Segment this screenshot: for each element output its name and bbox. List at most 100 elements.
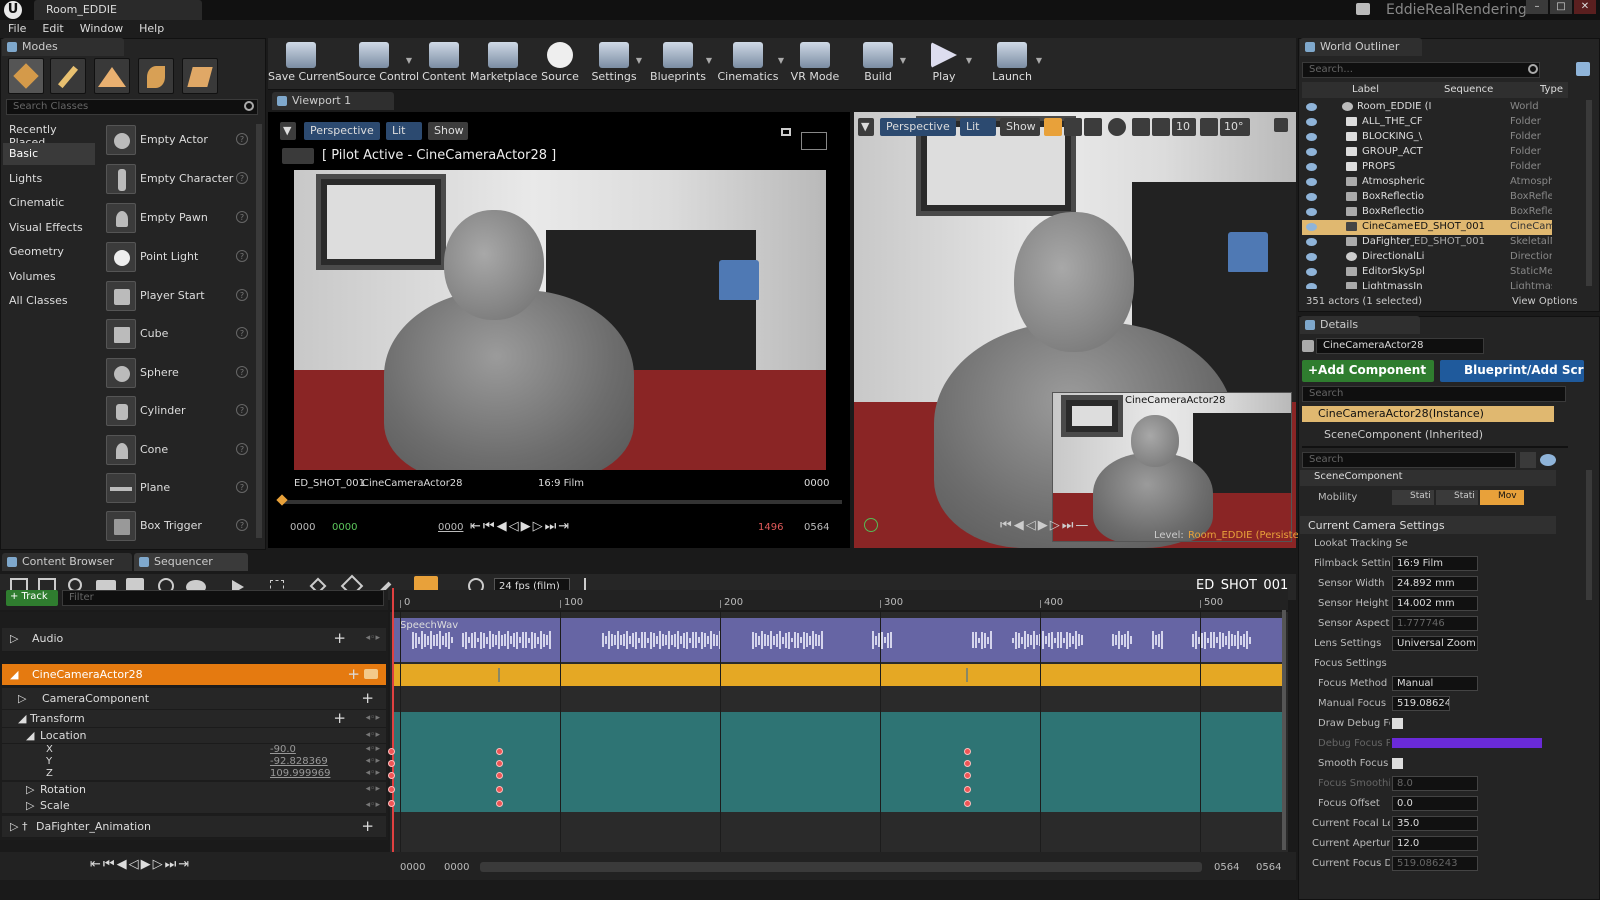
focus-smoothing-row[interactable]: Focus Smoothin 8.0 — [1302, 774, 1554, 794]
visibility-eye-icon[interactable] — [1306, 193, 1317, 201]
close-button[interactable]: ✕ — [1574, 0, 1596, 14]
seq-timecode-end[interactable]: 0564 — [1256, 862, 1281, 873]
maximize-viewport-icon[interactable] — [781, 128, 791, 136]
tab-details[interactable]: Details — [1300, 316, 1420, 334]
keyframe[interactable] — [496, 760, 503, 767]
class-empty-pawn[interactable]: Empty Pawn? — [104, 200, 252, 236]
tab-viewport-1[interactable]: Viewport 1 — [272, 92, 394, 110]
outliner-row[interactable]: ALL_THE_CF Folder — [1302, 115, 1552, 130]
track-camera-component[interactable]: ▷ CameraComponent + — [2, 688, 386, 710]
build-button[interactable]: Build ▼ — [852, 40, 906, 88]
camera-lock-icon[interactable] — [364, 669, 378, 679]
keyframe[interactable] — [496, 772, 503, 779]
launch-button[interactable]: Launch ▼ — [984, 40, 1042, 88]
col-label[interactable]: Label — [1352, 84, 1379, 95]
classes-scrollbar[interactable] — [256, 124, 262, 538]
right-lit-button[interactable]: Lit — [960, 118, 996, 136]
focal-length-field[interactable]: 35.0 — [1392, 816, 1478, 831]
help-icon[interactable]: ? — [236, 404, 248, 416]
class-empty-character[interactable]: Empty Character? — [104, 161, 252, 197]
track-location-z[interactable]: Z 109.999969 ◂◦▸ — [2, 768, 386, 780]
visibility-eye-icon[interactable] — [1306, 103, 1317, 111]
filmback-settings-row[interactable]: Filmback Settings16:9 Film — [1302, 554, 1554, 574]
smooth-focus-row[interactable]: Smooth Focus Cl — [1302, 754, 1554, 774]
add-component-button[interactable]: +Add Component — [1302, 360, 1434, 382]
scale-mode-icon[interactable] — [1084, 118, 1102, 136]
outliner-row[interactable]: PROPS Folder — [1302, 160, 1552, 175]
timecode-current[interactable]: 0000 — [438, 522, 463, 533]
sensor-aspect-row[interactable]: Sensor Aspect 1.777746 — [1302, 614, 1554, 634]
save-current-button[interactable]: Save Current — [268, 40, 340, 88]
location-x-value[interactable]: -90.0 — [270, 744, 296, 755]
class-plane[interactable]: Plane? — [104, 470, 252, 506]
menu-window[interactable]: Window — [72, 20, 131, 38]
keyframe[interactable] — [388, 772, 395, 779]
maximize-button[interactable]: □ — [1550, 0, 1572, 14]
add-icon[interactable]: + — [361, 689, 374, 707]
grid-snap-icon[interactable] — [1152, 118, 1170, 136]
visibility-filter-icon[interactable] — [1540, 454, 1556, 466]
mobility-stationary-option[interactable]: Stati — [1436, 490, 1478, 505]
help-icon[interactable]: ? — [236, 366, 248, 378]
visibility-eye-icon[interactable] — [1306, 283, 1317, 289]
tab-modes[interactable]: Modes — [2, 38, 124, 56]
category-geometry[interactable]: Geometry — [3, 241, 95, 263]
right-perspective-button[interactable]: Perspective — [880, 118, 956, 136]
debug-focus-color-swatch[interactable] — [1392, 738, 1542, 748]
outliner-row[interactable]: BoxReflectio BoxRefle — [1302, 205, 1552, 220]
help-icon[interactable]: ? — [236, 519, 248, 531]
outliner-row-selected[interactable]: CineCameraED_SHOT_001 CineCam — [1302, 220, 1552, 235]
keyframe[interactable] — [496, 800, 503, 807]
key-nav-icon[interactable]: ◂◦▸ — [366, 800, 380, 810]
help-icon[interactable]: ? — [236, 250, 248, 262]
visibility-eye-icon[interactable] — [1306, 178, 1317, 186]
content-button[interactable]: Content — [418, 40, 470, 88]
viewport-scrub-bar[interactable] — [280, 500, 842, 504]
expand-arrow-icon[interactable]: ▷ — [10, 632, 18, 645]
add-icon[interactable]: + — [333, 709, 346, 727]
rotation-snap-icon[interactable] — [1200, 118, 1218, 136]
key-nav-icon[interactable]: ◂◦▸ — [366, 744, 380, 754]
keyframe[interactable] — [388, 748, 395, 755]
source-button[interactable]: Source — [534, 40, 586, 88]
category-recently-placed[interactable]: Recently Placed — [3, 119, 95, 149]
current-aperture-row[interactable]: Current Aperture 12.0 — [1302, 834, 1554, 854]
keyframe[interactable] — [964, 760, 971, 767]
track-scale[interactable]: ▷ Scale ◂◦▸ — [2, 798, 386, 814]
right-viewport-options-button[interactable]: ▼ — [858, 118, 874, 136]
visibility-eye-icon[interactable] — [1306, 268, 1317, 276]
outliner-add-icon[interactable] — [1576, 62, 1590, 76]
tab-world-outliner[interactable]: World Outliner — [1300, 38, 1422, 56]
scene-component-section[interactable]: SceneComponent — [1300, 470, 1556, 486]
seq-timecode-start[interactable]: 0000 — [400, 862, 425, 873]
translate-mode-icon[interactable] — [1044, 118, 1062, 136]
foliage-mode-button[interactable] — [138, 58, 174, 94]
right-playback-controls[interactable]: ⏮◀◁▶▷⏭— — [1000, 518, 1090, 533]
category-all-classes[interactable]: All Classes — [3, 290, 95, 312]
property-search-input[interactable]: Search — [1302, 452, 1516, 468]
category-visual-effects[interactable]: Visual Effects — [3, 217, 95, 239]
collapse-arrow-icon[interactable]: ◢ — [26, 729, 34, 742]
help-icon[interactable]: ? — [236, 211, 248, 223]
key-nav-icon[interactable]: ◂◦▸ — [366, 768, 380, 778]
timeline-ruler[interactable] — [390, 590, 1288, 610]
draw-debug-focus-row[interactable]: Draw Debug Focu — [1302, 714, 1554, 734]
category-cinematic[interactable]: Cinematic — [3, 192, 95, 214]
outliner-row[interactable]: DirectionalLi Direction — [1302, 250, 1552, 265]
landscape-mode-button[interactable] — [94, 58, 130, 94]
lens-settings-row[interactable]: Lens Settings Universal Zoom — [1302, 634, 1554, 654]
expand-arrow-icon[interactable]: ▷ — [26, 799, 34, 812]
place-mode-button[interactable] — [8, 58, 44, 94]
outliner-row[interactable]: Atmospheric Atmosph — [1302, 175, 1552, 190]
scene-component-row[interactable]: SceneComponent (Inherited) — [1304, 428, 1483, 441]
keyframe[interactable] — [496, 748, 503, 755]
track-location-x[interactable]: X -90.0 ◂◦▸ — [2, 744, 386, 756]
collapse-arrow-icon[interactable]: ◢ — [10, 668, 18, 681]
rotation-snap-value[interactable]: 10° — [1220, 118, 1250, 136]
manual-focus-field[interactable]: 519.086243 — [1392, 696, 1450, 711]
outliner-row[interactable]: Room_EDDIE (I World — [1302, 100, 1552, 115]
track-location-y[interactable]: Y -92.828369 ◂◦▸ — [2, 756, 386, 768]
surface-snap-icon[interactable] — [1132, 118, 1150, 136]
geometry-mode-button[interactable] — [182, 58, 218, 94]
menu-edit[interactable]: Edit — [34, 20, 71, 38]
